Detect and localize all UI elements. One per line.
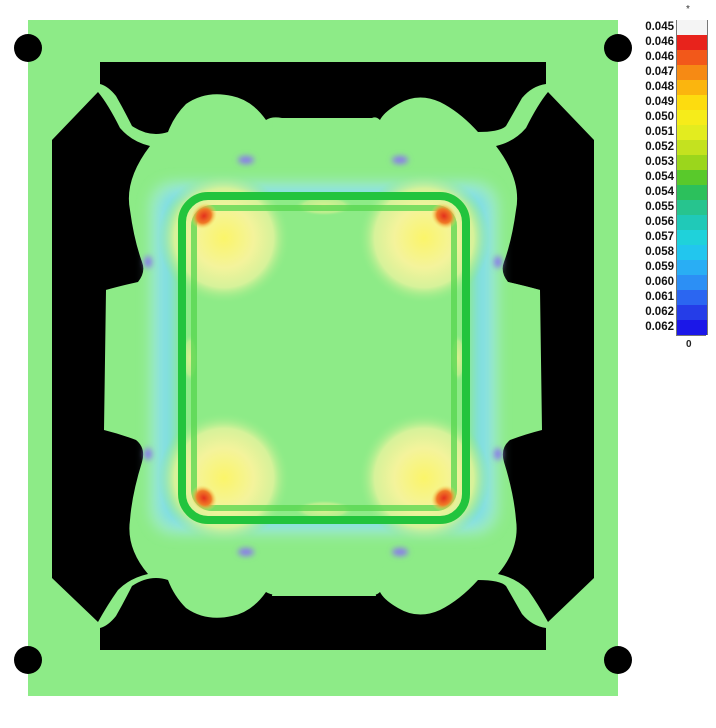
legend-value-11: 0.054 xyxy=(645,186,674,198)
legend-swatch-2 xyxy=(676,50,708,65)
legend-value-3: 0.047 xyxy=(645,66,674,78)
legend-swatch-1 xyxy=(676,35,708,50)
legend-swatch-13 xyxy=(676,215,708,230)
legend-value-17: 0.060 xyxy=(645,276,674,288)
legend-swatch-0 xyxy=(676,20,708,35)
legend-swatch-7 xyxy=(676,125,708,140)
legend-value-7: 0.051 xyxy=(645,126,674,138)
legend-value-4: 0.048 xyxy=(645,81,674,93)
legend-value-0: 0.045 xyxy=(645,21,674,33)
legend-swatch-15 xyxy=(676,245,708,260)
legend-value-14: 0.057 xyxy=(645,231,674,243)
legend-swatch-18 xyxy=(676,290,708,305)
legend-swatch-19 xyxy=(676,305,708,320)
legend-swatch-5 xyxy=(676,95,708,110)
legend-value-20: 0.062 xyxy=(645,321,674,333)
legend-value-10: 0.054 xyxy=(645,171,674,183)
legend-value-18: 0.061 xyxy=(645,291,674,303)
legend-swatch-6 xyxy=(676,110,708,125)
legend-swatch-8 xyxy=(676,140,708,155)
legend-value-1: 0.046 xyxy=(645,36,674,48)
legend-value-16: 0.059 xyxy=(645,261,674,273)
legend-swatch-12 xyxy=(676,200,708,215)
legend-value-12: 0.055 xyxy=(645,201,674,213)
legend-swatch-17 xyxy=(676,275,708,290)
legend-bottom-marker: 0 xyxy=(686,339,692,350)
legend-value-15: 0.058 xyxy=(645,246,674,258)
stress-contour-plot xyxy=(14,20,632,696)
legend-swatch-10 xyxy=(676,170,708,185)
legend-value-13: 0.056 xyxy=(645,216,674,228)
legend-swatch-16 xyxy=(676,260,708,275)
legend-value-6: 0.050 xyxy=(645,111,674,123)
legend-swatch-9 xyxy=(676,155,708,170)
legend-value-2: 0.046 xyxy=(645,51,674,63)
legend-value-9: 0.053 xyxy=(645,156,674,168)
legend-swatch-20 xyxy=(676,320,708,335)
legend-swatch-3 xyxy=(676,65,708,80)
legend-top-marker: * xyxy=(686,4,690,15)
legend-swatch-11 xyxy=(676,185,708,200)
legend-value-5: 0.049 xyxy=(645,96,674,108)
legend-swatch-4 xyxy=(676,80,708,95)
simulation-canvas: * 0.045 0.046 0.046 0.047 0.048 0.049 0.050 0.0… xyxy=(0,0,716,728)
legend-value-19: 0.062 xyxy=(645,306,674,318)
legend-value-8: 0.052 xyxy=(645,141,674,153)
legend-swatch-14 xyxy=(676,230,708,245)
color-scale-legend: * 0.045 0.046 0.046 0.047 0.048 0.049 0.050 0.0… xyxy=(628,4,714,350)
